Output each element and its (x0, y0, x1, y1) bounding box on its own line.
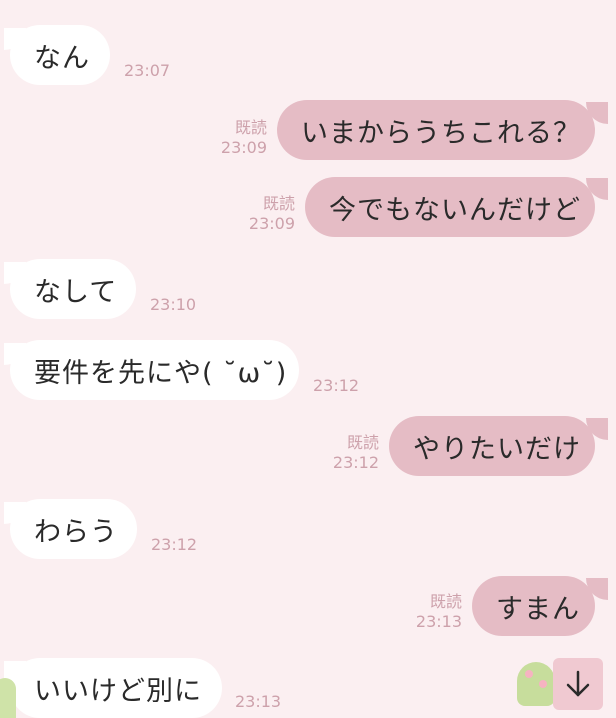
flower-decoration (525, 670, 533, 678)
background-decoration (0, 678, 16, 718)
message-time: 23:13 (235, 692, 282, 711)
message-bubble[interactable]: やりたいだけ (389, 416, 595, 476)
message-time: 23:07 (124, 61, 171, 80)
read-receipt: 既読 (234, 118, 267, 137)
message-time: 23:09 (220, 138, 267, 157)
message-meta: 既読 23:09 (200, 114, 267, 157)
flower-decoration (539, 680, 547, 688)
message-bubble[interactable]: なん (10, 25, 110, 85)
message-bubble[interactable]: いまからうちこれる？ (277, 100, 595, 160)
message-bubble[interactable]: 要件を先にや( ˘ω˘) (10, 340, 299, 400)
message-time: 23:12 (151, 535, 198, 554)
message-bubble[interactable]: 今でもないんだけど (305, 177, 595, 237)
message-time: 23:10 (150, 295, 197, 314)
read-receipt: 既読 (429, 592, 462, 611)
message-time: 23:12 (332, 453, 379, 472)
arrow-down-icon (566, 670, 590, 697)
message-time: 23:13 (415, 612, 462, 631)
message-meta: 既読 23:13 (395, 588, 462, 631)
message-meta: 既読 23:12 (312, 429, 379, 472)
scroll-to-bottom-button[interactable] (553, 658, 603, 710)
tree-decoration (517, 662, 555, 706)
message-bubble[interactable]: わらう (10, 499, 137, 559)
message-bubble[interactable]: すまん (472, 576, 595, 636)
message-time: 23:09 (248, 214, 295, 233)
read-receipt: 既読 (346, 433, 379, 452)
message-bubble[interactable]: いいけど別に (10, 658, 222, 718)
message-meta: 既読 23:09 (228, 190, 295, 233)
message-time: 23:12 (313, 376, 360, 395)
read-receipt: 既読 (262, 194, 295, 213)
chat-view[interactable]: なん 23:07 既読 23:09 いまからうちこれる？ 既読 23:09 今で… (0, 0, 616, 718)
message-bubble[interactable]: なして (10, 259, 136, 319)
